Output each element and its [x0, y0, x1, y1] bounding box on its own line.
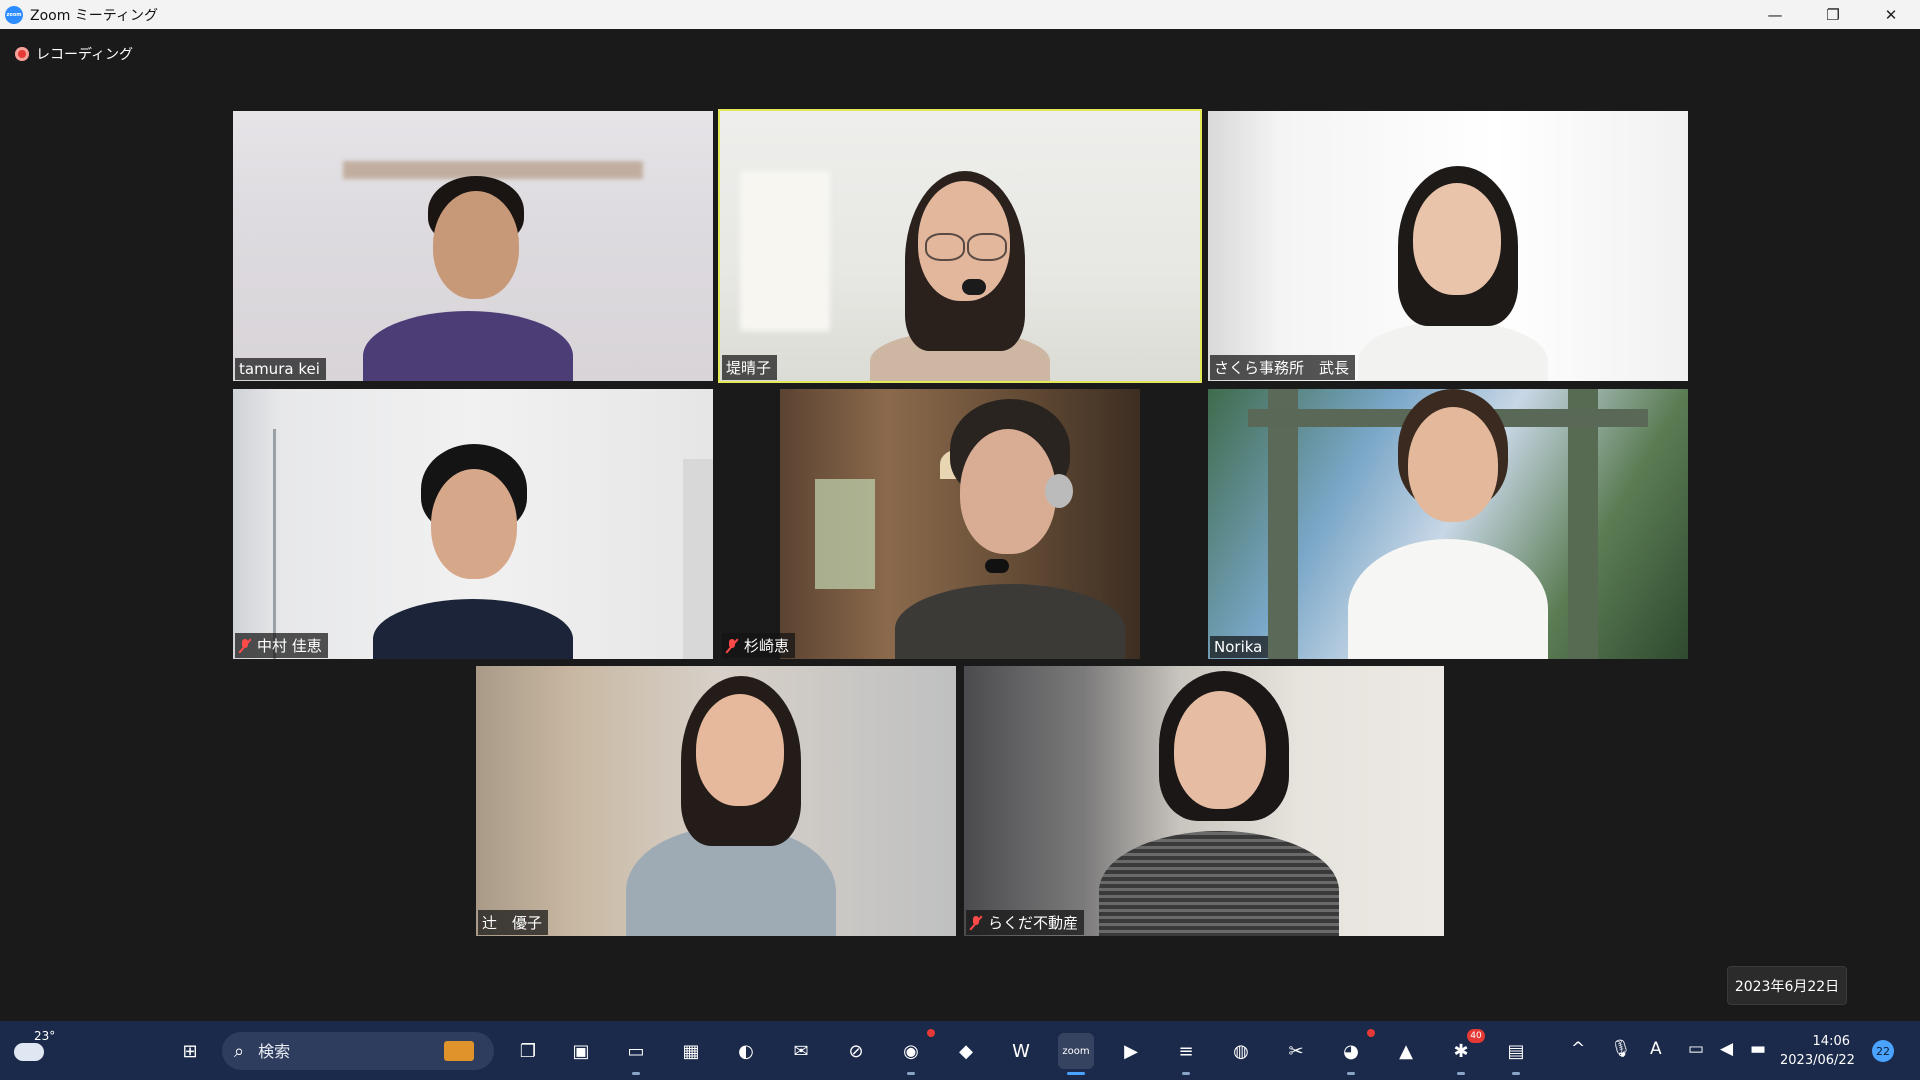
participant-name-tag: らくだ不動産 — [966, 910, 1085, 935]
mail-icon[interactable]: ✉ — [783, 1033, 819, 1069]
volume-icon[interactable]: ◀ — [1720, 1039, 1733, 1059]
chrome-badge — [927, 1029, 935, 1037]
file-explorer-icon[interactable]: ▭ — [618, 1033, 654, 1075]
participant-video — [855, 389, 1155, 659]
participant-video — [323, 111, 623, 381]
participant-video — [586, 666, 886, 936]
snipping-tool-icon[interactable]: ✂ — [1278, 1033, 1314, 1069]
microsoft-store-icon[interactable]: ▦ — [673, 1033, 709, 1069]
title-bar: zoom Zoom ミーティング — ❐ ✕ — [0, 0, 1920, 29]
clock-time: 14:06 — [1812, 1034, 1850, 1049]
restore-button[interactable]: ❐ — [1804, 0, 1862, 29]
participant-name-tag: 杉崎恵 — [722, 633, 796, 658]
participant-name-tag: tamura kei — [235, 358, 326, 380]
search-highlight-icon — [444, 1041, 474, 1061]
chrome-icon[interactable]: ◉ — [893, 1029, 935, 1075]
ime-icon[interactable]: A — [1650, 1039, 1662, 1059]
video-tile[interactable]: らくだ不動産 — [964, 666, 1444, 936]
discord-icon[interactable]: ◕ — [1333, 1029, 1375, 1075]
muted-mic-icon — [239, 638, 251, 653]
battery-icon[interactable]: ▬ — [1750, 1039, 1766, 1059]
edge-icon[interactable]: ◐ — [728, 1033, 764, 1069]
partly-cloudy-icon — [14, 1043, 44, 1061]
discord-badge — [1367, 1029, 1375, 1037]
teams-chat-icon[interactable]: ▣ — [563, 1033, 599, 1069]
video-tile-active-speaker[interactable]: 堤晴子 — [718, 109, 1202, 383]
participant-name-tag: 辻 優子 — [478, 910, 549, 935]
taskbar-clock[interactable]: 14:06 2023/06/22 — [1780, 1032, 1855, 1070]
participant-name-tag: 堤晴子 — [722, 355, 778, 380]
participant-name: さくら事務所 武長 — [1214, 359, 1350, 377]
participant-name-tag: Norika — [1210, 636, 1269, 658]
recording-dot-icon — [15, 47, 29, 61]
video-tile[interactable]: 杉崎恵 — [720, 389, 1200, 659]
minimize-button[interactable]: — — [1746, 0, 1804, 29]
start-button-icon[interactable]: ⊞ — [172, 1033, 208, 1069]
taskbar-search[interactable]: ⌕ — [222, 1032, 494, 1070]
video-tile[interactable]: tamura kei — [233, 111, 713, 381]
participant-name: 堤晴子 — [726, 359, 772, 377]
weather-widget[interactable]: 23° — [12, 1029, 56, 1069]
participant-name: 中村 佳恵 — [257, 637, 322, 655]
video-tile[interactable]: Norika — [1208, 389, 1688, 659]
muted-mic-icon — [726, 638, 738, 653]
photos-icon[interactable]: ▤ — [1498, 1033, 1534, 1075]
participant-name-tag: 中村 佳恵 — [235, 633, 328, 658]
copilot-icon[interactable]: ▶ — [1113, 1033, 1149, 1069]
acrobat-icon[interactable]: ▲ — [1388, 1033, 1424, 1069]
participant-name: らくだ不動産 — [988, 914, 1079, 932]
recording-label: レコーディング — [36, 47, 134, 63]
participant-video — [1298, 389, 1598, 659]
show-hidden-icons-chevron-icon[interactable]: ^ — [1571, 1039, 1585, 1059]
slack-badge: 40 — [1467, 1029, 1485, 1043]
notepad-icon[interactable]: ≡ — [1168, 1033, 1204, 1075]
search-input[interactable] — [256, 1040, 411, 1062]
participant-video — [810, 111, 1110, 381]
taskbar: 23° ⊞ ⌕ ❐ ▣ ▭ ▦ ◐ ✉ ⊘ ◉ ◆ W zoom ▶ ≡ ◍ ✂… — [0, 1021, 1920, 1080]
date-tooltip: 2023年6月22日 — [1727, 966, 1847, 1005]
notification-count-badge[interactable]: 22 — [1872, 1040, 1894, 1062]
muted-mic-icon — [970, 915, 982, 930]
video-tile[interactable]: 中村 佳恵 — [233, 389, 713, 659]
participant-name: tamura kei — [239, 360, 320, 378]
window-controls: — ❐ ✕ — [1746, 0, 1920, 29]
zoom-logo-icon: zoom — [5, 5, 23, 24]
search-icon: ⌕ — [234, 1040, 245, 1062]
participant-name: Norika — [1214, 638, 1263, 656]
recording-indicator[interactable]: レコーディング — [15, 44, 133, 64]
waves-icon[interactable]: W — [1003, 1033, 1039, 1069]
participant-name-tag: さくら事務所 武長 — [1210, 355, 1356, 380]
task-view-icon[interactable]: ❐ — [510, 1033, 546, 1069]
participant-video — [1069, 666, 1369, 936]
zoom-icon[interactable]: zoom — [1058, 1033, 1094, 1075]
microphone-icon[interactable]: 🎙 — [1610, 1039, 1632, 1059]
participant-video — [323, 389, 623, 659]
participant-name: 辻 優子 — [482, 914, 543, 932]
weather-temperature: 23° — [34, 1029, 56, 1043]
messenger-icon[interactable]: ◆ — [948, 1033, 984, 1069]
network-icon[interactable]: ▭ — [1688, 1039, 1704, 1059]
clock-date: 2023/06/22 — [1780, 1053, 1855, 1068]
participant-name: 杉崎恵 — [744, 637, 790, 655]
close-button[interactable]: ✕ — [1862, 0, 1920, 29]
video-tile[interactable]: さくら事務所 武長 — [1208, 111, 1688, 381]
globe-icon[interactable]: ◍ — [1223, 1033, 1259, 1069]
safari-icon[interactable]: ⊘ — [838, 1033, 874, 1069]
window-title: Zoom ミーティング — [30, 7, 158, 24]
slack-icon[interactable]: ✱ 40 — [1443, 1029, 1485, 1075]
video-tile[interactable]: 辻 優子 — [476, 666, 956, 936]
participant-video — [1298, 111, 1598, 381]
